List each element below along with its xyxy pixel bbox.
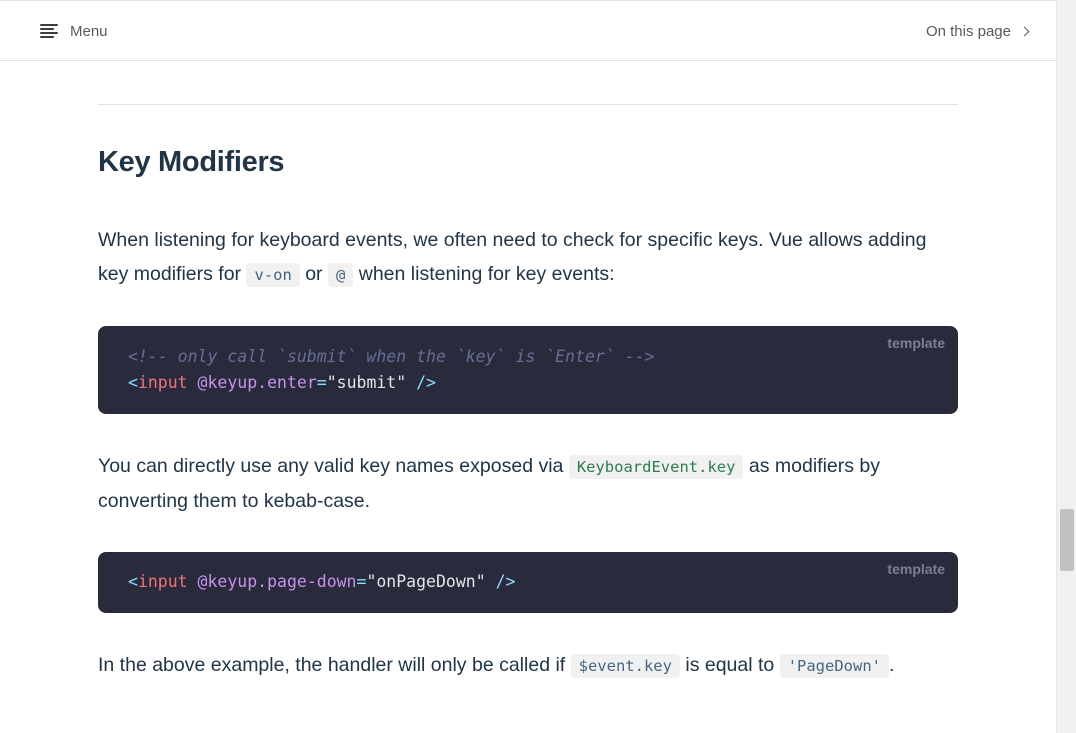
- code-punct: <: [128, 373, 138, 392]
- code-string: "onPageDown": [366, 572, 486, 591]
- code-tag: input: [137, 572, 188, 591]
- paragraph-intro: When listening for keyboard events, we o…: [98, 223, 958, 292]
- code-content: <!-- only call `submit` when the `key` i…: [128, 344, 655, 396]
- code-block-page-down: template <input @keyup.page-down="onPage…: [98, 552, 958, 613]
- code-attr-modifier: .page-down: [257, 572, 357, 591]
- docs-page: Menu On this page Key Modifiers When lis…: [0, 0, 1056, 733]
- code-lang-label: template: [887, 561, 945, 577]
- paragraph-text: .: [889, 654, 895, 676]
- code-comment: <!-- only call `submit` when the `key` i…: [128, 347, 655, 366]
- code-punct: <: [128, 572, 138, 591]
- inline-code-event-key: $event.key: [570, 654, 680, 678]
- menu-lines-icon: [40, 24, 58, 38]
- inline-code-keyboardevent-key[interactable]: KeyboardEvent.key: [568, 455, 744, 479]
- paragraph-key-names: You can directly use any valid key names…: [98, 449, 958, 518]
- paragraph-text: is equal to: [679, 654, 780, 676]
- vertical-scrollbar[interactable]: [1056, 0, 1076, 733]
- code-content: <input @keyup.page-down="onPageDown" />: [128, 569, 515, 595]
- code-string: "submit": [326, 373, 407, 392]
- code-punct: =: [316, 373, 327, 392]
- inline-code-at: @: [327, 263, 354, 287]
- on-this-page-button[interactable]: On this page: [925, 19, 1030, 43]
- menu-button[interactable]: Menu: [40, 19, 108, 43]
- on-this-page-label: On this page: [925, 22, 1011, 40]
- code-punct: />: [406, 373, 436, 392]
- code-attr-event: @keyup: [197, 572, 258, 591]
- code-block-enter: template <!-- only call `submit` when th…: [98, 326, 958, 414]
- code-tag: input: [137, 373, 188, 392]
- menu-label: Menu: [70, 22, 108, 40]
- code-punct: />: [485, 572, 516, 591]
- scrollbar-thumb[interactable]: [1060, 509, 1074, 571]
- code-lang-label: template: [887, 335, 945, 351]
- section-divider: [98, 104, 958, 105]
- paragraph-text: or: [299, 263, 328, 285]
- chevron-right-icon: [1019, 26, 1030, 36]
- section-heading: Key Modifiers: [98, 146, 285, 178]
- top-navbar: Menu On this page: [0, 0, 1056, 61]
- code-attr-event: @keyup: [197, 373, 258, 392]
- paragraph-example: In the above example, the handler will o…: [98, 648, 958, 683]
- code-punct: =: [356, 572, 367, 591]
- paragraph-text: You can directly use any valid key names…: [98, 455, 569, 477]
- code-attr-modifier: .enter: [257, 373, 317, 392]
- inline-code-pagedown: 'PageDown': [779, 654, 890, 678]
- paragraph-text: In the above example, the handler will o…: [98, 654, 571, 676]
- inline-code-v-on: v-on: [246, 263, 300, 287]
- paragraph-text: when listening for key events:: [353, 263, 615, 285]
